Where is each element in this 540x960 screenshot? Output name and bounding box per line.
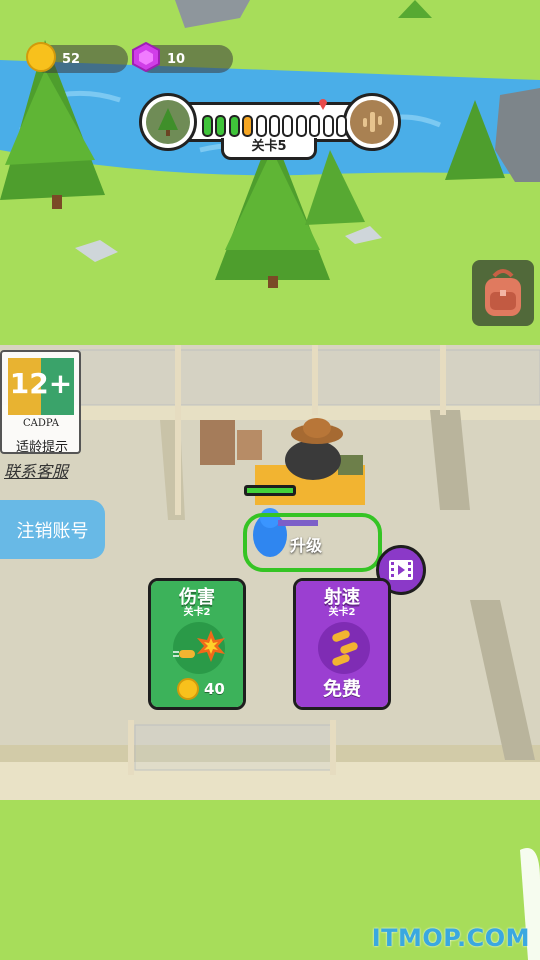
fire-rate-card-level: 关卡2 — [328, 607, 356, 618]
desert-icon — [350, 100, 394, 144]
contact-service-link[interactable]: 联系客服 — [4, 458, 68, 482]
fire-rate-upgrade-card[interactable]: 射速 关卡2 免费 — [293, 578, 391, 710]
coin-counter: 52 — [26, 42, 128, 73]
level-progress-segment — [322, 115, 334, 137]
damage-card-price: 40 — [204, 680, 225, 698]
coin-count: 52 — [62, 51, 81, 67]
damage-upgrade-card[interactable]: 伤害 关卡2 40 — [148, 578, 246, 710]
level-end-badge — [343, 93, 401, 151]
coin-icon — [26, 42, 56, 72]
fire-rate-card-price: 免费 — [322, 678, 361, 700]
level-progress-segment — [202, 115, 213, 137]
level-progress-segment — [242, 115, 254, 137]
level-progress: 关卡5 — [139, 93, 401, 160]
cancel-account-button[interactable]: 注销账号 — [0, 500, 105, 559]
level-start-badge — [139, 93, 197, 151]
gem-counter: 10 — [132, 41, 233, 73]
backpack-icon — [485, 269, 521, 316]
level-progress-segment — [336, 115, 347, 137]
gem-count: 10 — [167, 51, 186, 67]
level-progress-segment — [215, 115, 227, 137]
age-rating-value: 12+ — [9, 367, 73, 400]
age-rating-caption: 适龄提示 — [15, 440, 68, 455]
explosion-bullet-icon — [169, 622, 225, 674]
triple-bullet-icon — [318, 622, 370, 674]
map-pin-icon — [318, 95, 328, 110]
age-rating-badge: 12+ CADPA 适龄提示 — [0, 350, 81, 455]
watermark: ITMOP.COM — [371, 924, 530, 952]
damage-card-price-area: 40 — [151, 673, 243, 707]
upgrade-zone-label[interactable]: 升级 — [290, 532, 322, 556]
coin-icon — [177, 678, 199, 700]
level-progress-segment — [282, 115, 294, 137]
tree-icon — [146, 100, 190, 144]
level-progress-segment — [255, 115, 267, 137]
level-progress-segment — [269, 115, 280, 137]
level-label: 关卡5 — [221, 138, 317, 160]
level-progress-segment — [228, 115, 240, 137]
age-rating-org: CADPA — [23, 418, 59, 429]
level-progress-segment — [309, 115, 321, 137]
level-progress-segment — [295, 115, 307, 137]
damage-card-level: 关卡2 — [183, 607, 211, 618]
backpack-button[interactable] — [472, 260, 534, 326]
gem-icon — [131, 41, 161, 73]
